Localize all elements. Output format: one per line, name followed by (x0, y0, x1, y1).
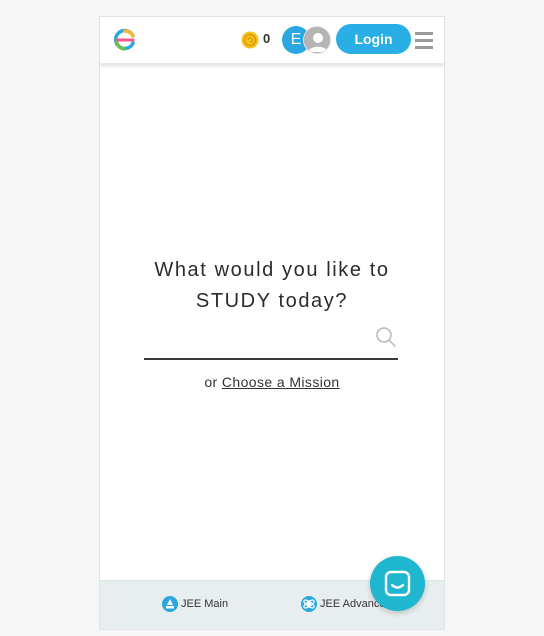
chat-icon (384, 570, 411, 597)
choose-mission-link[interactable]: Choose a Mission (222, 374, 340, 390)
embibe-logo-icon[interactable] (112, 27, 138, 53)
nav-item-jee-main[interactable]: JEE Main (162, 596, 228, 612)
mission-prefix: or (204, 374, 218, 390)
search-bar (144, 322, 398, 360)
user-avatar-icon[interactable] (303, 26, 331, 54)
jee-main-icon (162, 596, 178, 612)
mission-line: or Choose a Mission (100, 374, 444, 390)
top-header: 0 E Login (100, 17, 444, 64)
prompt-line-2: STUDY today? (195, 290, 349, 312)
jee-advanced-icon (301, 596, 317, 612)
mobile-viewport: 0 E Login What would you like to STUDY t… (99, 16, 445, 630)
nav-label: JEE Main (181, 598, 229, 610)
hamburger-menu-icon[interactable] (415, 32, 433, 50)
search-icon[interactable] (375, 326, 397, 348)
user-silhouette-icon (304, 27, 330, 53)
menu-line (415, 46, 433, 49)
prompt-line-1: What would you like to (154, 259, 390, 281)
search-input[interactable] (144, 322, 364, 356)
menu-line (415, 39, 433, 42)
coin-count: 0 (263, 31, 271, 46)
coin-icon (241, 31, 259, 49)
login-button[interactable]: Login (336, 24, 411, 54)
study-prompt: What would you like to STUDY today? (100, 255, 444, 317)
menu-line (415, 32, 433, 35)
chat-button[interactable] (370, 556, 425, 611)
